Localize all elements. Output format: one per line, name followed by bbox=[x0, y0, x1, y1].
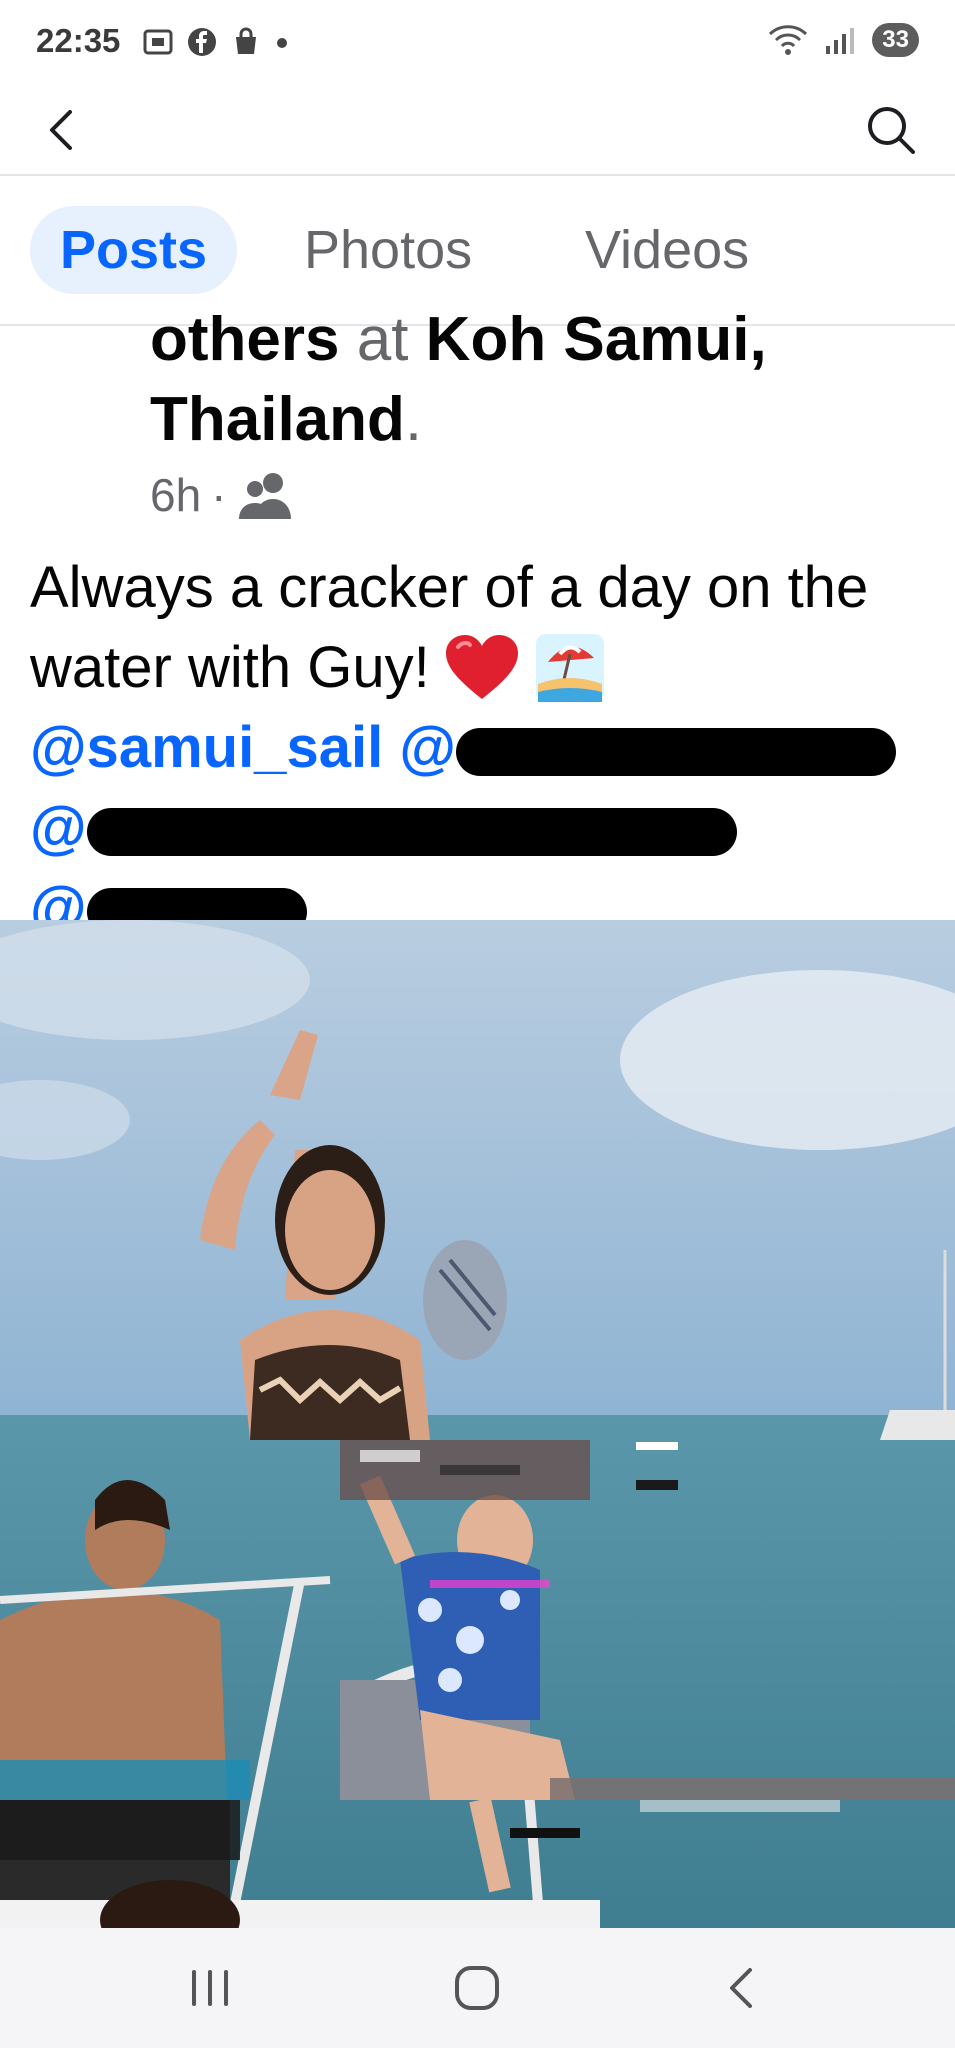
signal-icon bbox=[826, 28, 855, 54]
status-icons-left bbox=[142, 26, 290, 58]
recents-icon[interactable] bbox=[180, 1958, 240, 2018]
header-period: . bbox=[404, 385, 423, 454]
chevron-left-icon[interactable] bbox=[36, 102, 92, 158]
facebook-icon bbox=[188, 28, 216, 56]
mentions-line1: @samui_sail @ bbox=[30, 708, 935, 788]
mention-redacted-2[interactable]: @ bbox=[30, 795, 737, 860]
post-header: others at Koh Samui, Thailand. bbox=[150, 300, 930, 460]
mention-redacted-1[interactable]: @ bbox=[399, 715, 896, 780]
location-link-line2[interactable]: Thailand bbox=[150, 385, 405, 454]
post-meta: 6h · bbox=[150, 468, 295, 522]
home-icon[interactable] bbox=[447, 1958, 507, 2018]
mentions-line2: @ bbox=[30, 788, 935, 868]
redaction-bar bbox=[86, 807, 737, 856]
search-icon[interactable] bbox=[863, 102, 919, 158]
system-nav-bar bbox=[0, 1928, 955, 2048]
back-icon[interactable] bbox=[714, 1958, 774, 2018]
status-bar: 22:35 33 bbox=[0, 0, 955, 86]
friends-icon bbox=[238, 473, 291, 519]
post-photo[interactable] bbox=[0, 920, 955, 1928]
dot-icon bbox=[277, 38, 287, 48]
status-time: 22:35 bbox=[36, 22, 121, 59]
post-text-line1: Always a cracker of a day on the bbox=[30, 555, 869, 620]
mention-samui-sail[interactable]: @samui_sail bbox=[30, 715, 383, 780]
location-link-line1[interactable]: Koh Samui, bbox=[426, 305, 767, 374]
screenshot-icon bbox=[143, 29, 173, 55]
battery-indicator: 33 bbox=[872, 23, 919, 57]
beach-umbrella-icon bbox=[535, 634, 604, 702]
meta-separator: · bbox=[211, 469, 227, 521]
header-at-text: at bbox=[356, 305, 409, 374]
top-nav bbox=[0, 86, 955, 176]
post-text-line2: water with Guy! bbox=[30, 635, 430, 700]
tab-photos[interactable]: Photos bbox=[304, 206, 472, 294]
tab-posts[interactable]: Posts bbox=[30, 206, 238, 294]
tab-videos[interactable]: Videos bbox=[585, 206, 749, 294]
post-text-line2-row: water with Guy! bbox=[30, 628, 935, 708]
redaction-bar bbox=[455, 727, 896, 776]
post-time[interactable]: 6h bbox=[150, 468, 201, 522]
wifi-icon bbox=[769, 25, 808, 55]
shopping-bag-icon bbox=[236, 27, 256, 54]
heart-icon bbox=[445, 635, 518, 699]
status-icons-right: 33 bbox=[766, 22, 919, 58]
post-body: Always a cracker of a day on the water w… bbox=[30, 548, 935, 948]
tagged-others-link[interactable]: others bbox=[150, 305, 339, 374]
screen: 22:35 33 Posts Photos Videos others at K… bbox=[0, 0, 955, 2048]
